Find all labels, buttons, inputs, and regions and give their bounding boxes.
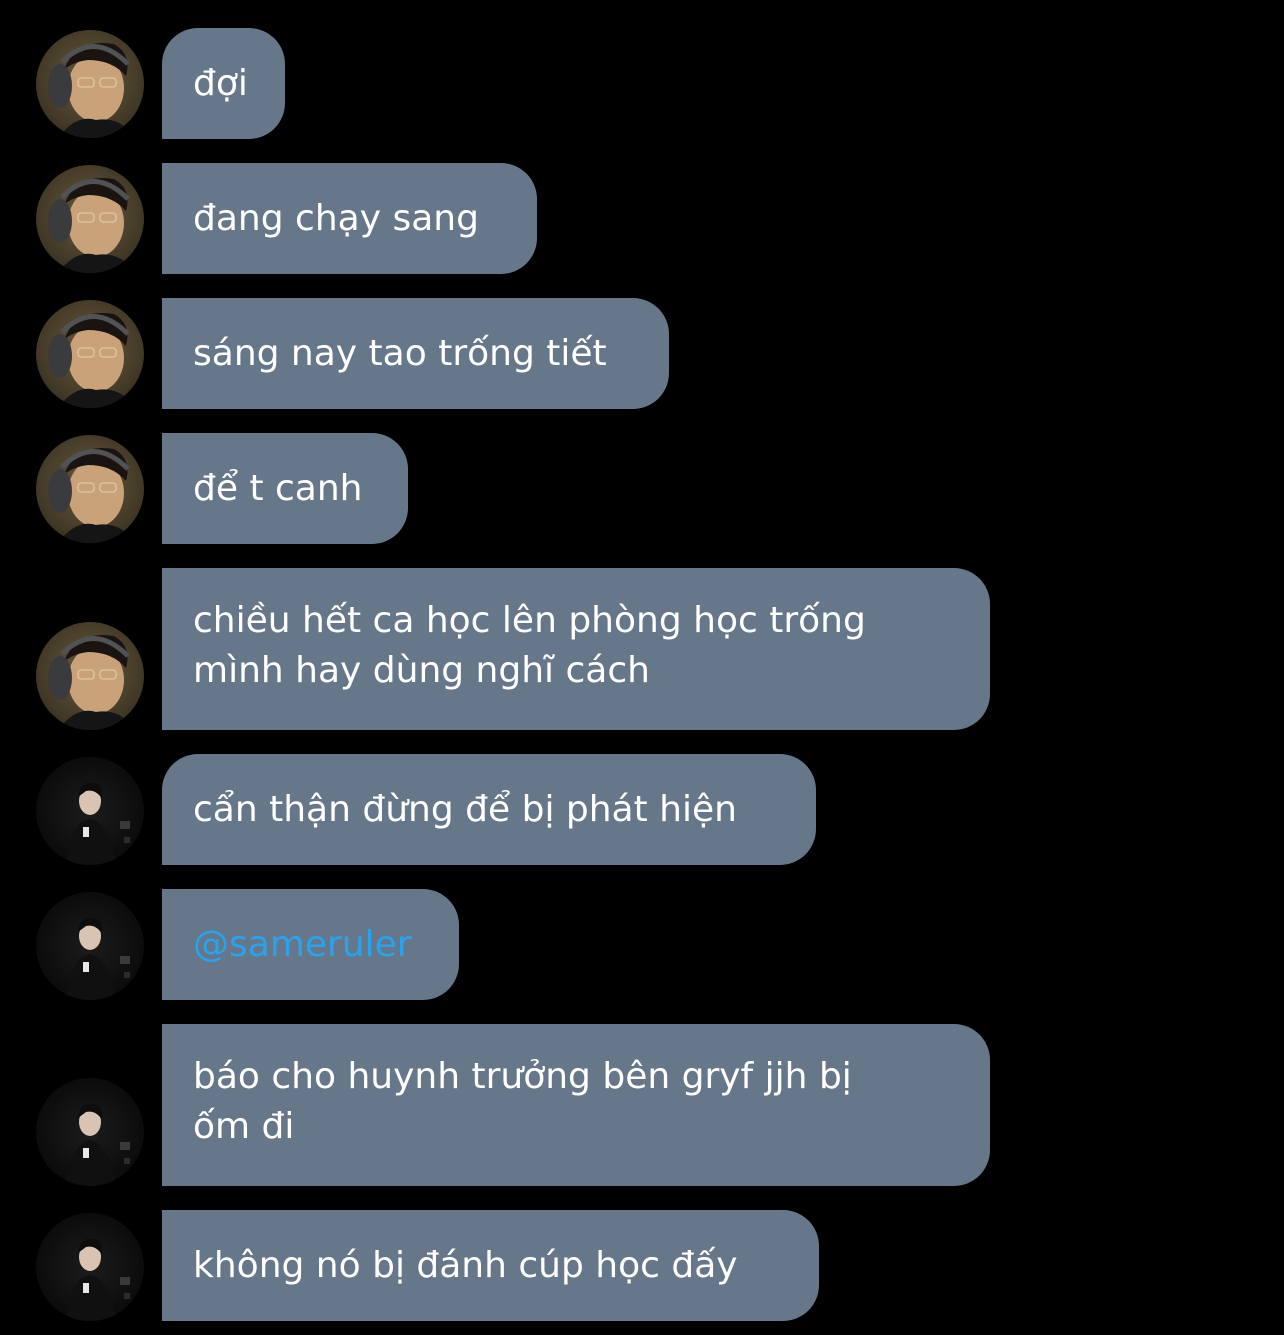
avatar[interactable] [36, 757, 144, 865]
avatar[interactable] [36, 165, 144, 273]
message-bubble[interactable]: cẩn thận đừng để bị phát hiện [162, 754, 816, 865]
message-bubble[interactable]: đang chạy sang [162, 163, 537, 274]
message-bubble[interactable]: chiều hết ca học lên phòng học trống mìn… [162, 568, 990, 730]
message-text: không nó bị đánh cúp học đấy [193, 1244, 738, 1286]
avatar[interactable] [36, 1078, 144, 1186]
avatar[interactable] [36, 1213, 144, 1321]
message-text: để t canh [193, 467, 363, 509]
avatar[interactable] [36, 435, 144, 543]
mention-link[interactable]: @sameruler [193, 920, 412, 970]
message-text: đợi [193, 62, 248, 104]
message-bubble[interactable]: @sameruler [162, 889, 459, 1000]
message-text: sáng nay tao trống tiết [193, 332, 607, 374]
message-bubble[interactable]: để t canh [162, 433, 408, 544]
message-bubble[interactable]: sáng nay tao trống tiết [162, 298, 669, 409]
message-bubble[interactable]: không nó bị đánh cúp học đấy [162, 1210, 819, 1321]
avatar[interactable] [36, 892, 144, 1000]
message-text: báo cho huynh trưởng bên gryf jjh bị ốm … [193, 1056, 852, 1147]
message-text: đang chạy sang [193, 197, 479, 239]
avatar[interactable] [36, 300, 144, 408]
message-text: chiều hết ca học lên phòng học trống mìn… [193, 600, 866, 691]
avatar[interactable] [36, 622, 144, 730]
message-bubble[interactable]: báo cho huynh trưởng bên gryf jjh bị ốm … [162, 1024, 990, 1186]
avatar[interactable] [36, 30, 144, 138]
message-text: cẩn thận đừng để bị phát hiện [193, 788, 737, 830]
message-bubble[interactable]: đợi [162, 28, 285, 139]
